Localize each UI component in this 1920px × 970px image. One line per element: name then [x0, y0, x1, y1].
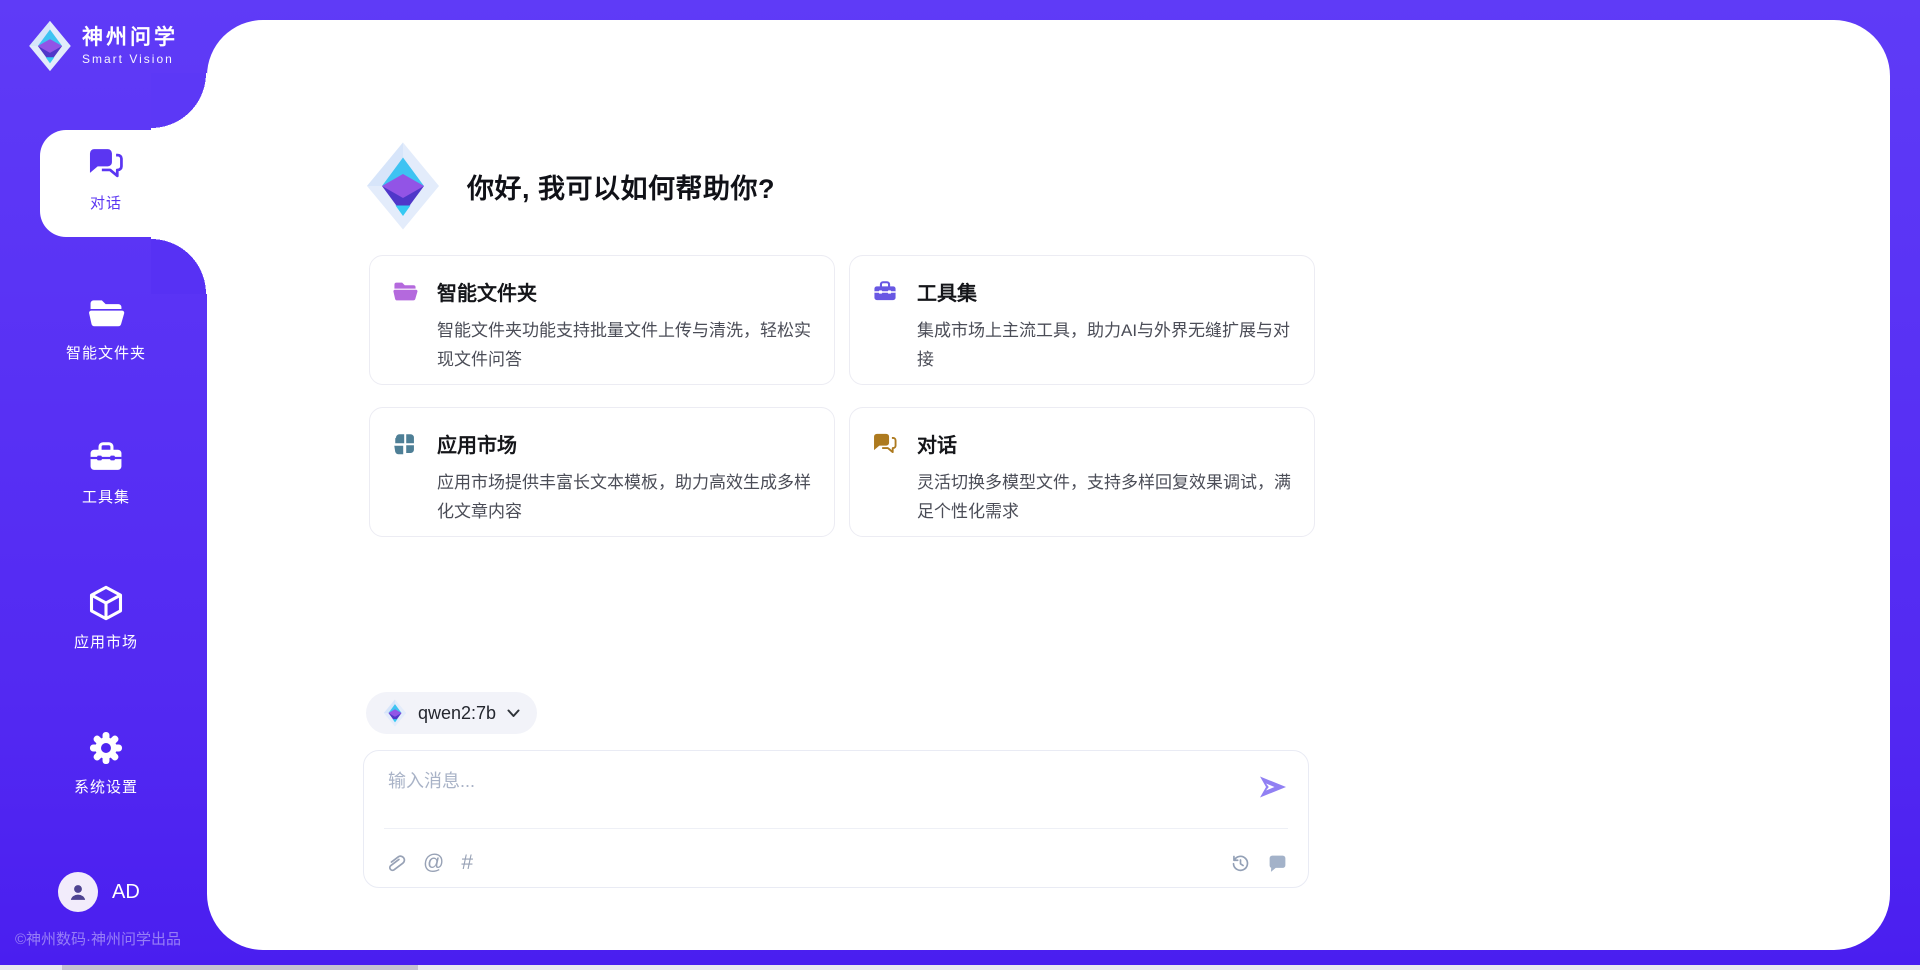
model-name: qwen2:7b: [418, 703, 496, 724]
brand-subtitle: Smart Vision: [82, 52, 178, 66]
tab-curve-bottom: [151, 237, 207, 294]
sidebar-item-app-market[interactable]: 应用市场: [6, 584, 206, 652]
sidebar-item-label: 智能文件夹: [66, 342, 146, 363]
brand-diamond-icon: [383, 699, 407, 727]
send-icon[interactable]: [1258, 774, 1288, 800]
gear-icon: [87, 729, 125, 767]
briefcase-icon: [87, 439, 125, 477]
message-composer: @ #: [363, 750, 1309, 888]
card-chat[interactable]: 对话 灵活切换多模型文件，支持多样回复效果调试，满足个性化需求: [849, 407, 1315, 537]
sidebar-item-toolset[interactable]: 工具集: [6, 439, 206, 507]
user-name: AD: [112, 881, 140, 904]
app-logo: 神州问学 Smart Vision: [28, 20, 178, 72]
person-icon: [66, 880, 90, 904]
composer-divider: [384, 828, 1288, 829]
card-title: 工具集: [917, 277, 977, 306]
mention-at-icon[interactable]: @: [423, 852, 444, 874]
greeting-block: 你好, 我可以如何帮助你?: [365, 141, 775, 231]
chat-icon: [87, 145, 125, 183]
brand-diamond-icon: [365, 141, 441, 231]
card-description: 智能文件夹功能支持批量文件上传与清洗，轻松实现文件问答: [437, 316, 812, 374]
avatar: [58, 872, 98, 912]
brand-diamond-icon: [28, 20, 72, 72]
briefcase-icon: [872, 279, 898, 305]
feature-cards: 智能文件夹 智能文件夹功能支持批量文件上传与清洗，轻松实现文件问答 工具集 集成…: [369, 255, 1315, 537]
cube-icon: [87, 584, 125, 622]
sidebar-item-chat[interactable]: 对话: [6, 145, 206, 213]
hashtag-icon[interactable]: #: [461, 852, 473, 874]
chevron-down-icon: [507, 709, 520, 718]
sidebar-item-label: 系统设置: [74, 776, 138, 797]
sidebar-item-smart-folder[interactable]: 智能文件夹: [6, 295, 206, 363]
chat-bubble-icon[interactable]: [1267, 853, 1288, 874]
sidebar-item-label: 应用市场: [74, 631, 138, 652]
paperclip-icon[interactable]: [384, 852, 406, 874]
card-smart-folder[interactable]: 智能文件夹 智能文件夹功能支持批量文件上传与清洗，轻松实现文件问答: [369, 255, 835, 385]
user-account[interactable]: AD: [58, 872, 140, 912]
card-app-market[interactable]: 应用市场 应用市场提供丰富长文本模板，助力高效生成多样化文章内容: [369, 407, 835, 537]
card-description: 灵活切换多模型文件，支持多样回复效果调试，满足个性化需求: [917, 468, 1292, 526]
card-title: 对话: [917, 429, 957, 458]
brand-name: 神州问学: [82, 26, 178, 50]
chat-icon: [872, 431, 898, 457]
sidebar-item-label: 对话: [90, 192, 122, 213]
scrollbar-thumb[interactable]: [62, 965, 418, 970]
pixel-cube-icon: [392, 431, 418, 457]
card-toolset[interactable]: 工具集 集成市场上主流工具，助力AI与外界无缝扩展与对接: [849, 255, 1315, 385]
card-description: 集成市场上主流工具，助力AI与外界无缝扩展与对接: [917, 316, 1292, 374]
model-selector[interactable]: qwen2:7b: [366, 692, 537, 734]
card-description: 应用市场提供丰富长文本模板，助力高效生成多样化文章内容: [437, 468, 812, 526]
message-input[interactable]: [386, 765, 1240, 825]
card-title: 智能文件夹: [437, 277, 537, 306]
history-icon[interactable]: [1230, 853, 1251, 874]
folder-icon: [392, 279, 418, 305]
greeting-title: 你好, 我可以如何帮助你?: [467, 167, 775, 206]
card-title: 应用市场: [437, 429, 517, 458]
copyright-text: ©神州数码·神州问学出品: [15, 928, 181, 949]
tab-curve-top: [151, 73, 207, 130]
sidebar-item-settings[interactable]: 系统设置: [6, 729, 206, 797]
sidebar-item-label: 工具集: [82, 486, 130, 507]
folder-icon: [87, 295, 125, 333]
horizontal-scrollbar[interactable]: [0, 965, 1920, 970]
